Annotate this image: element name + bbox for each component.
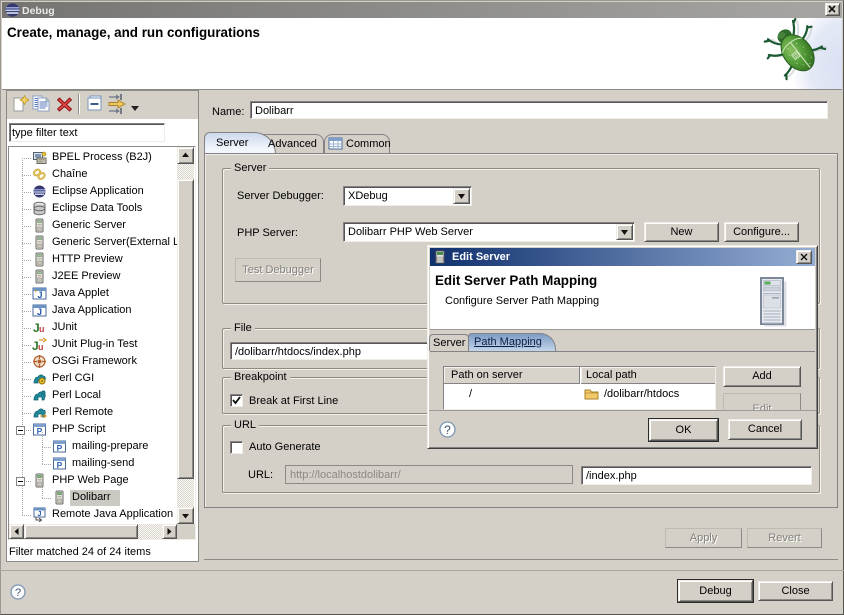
svg-text:P: P — [57, 443, 63, 453]
svg-text:P: P — [57, 460, 63, 470]
svg-text:?: ? — [15, 587, 21, 599]
svg-text:J: J — [37, 307, 42, 317]
svg-text:u: u — [38, 342, 44, 352]
svg-text:?: ? — [444, 423, 451, 437]
svg-text:u: u — [39, 324, 45, 334]
svg-text:J: J — [37, 290, 42, 300]
svg-text:J: J — [38, 511, 42, 518]
